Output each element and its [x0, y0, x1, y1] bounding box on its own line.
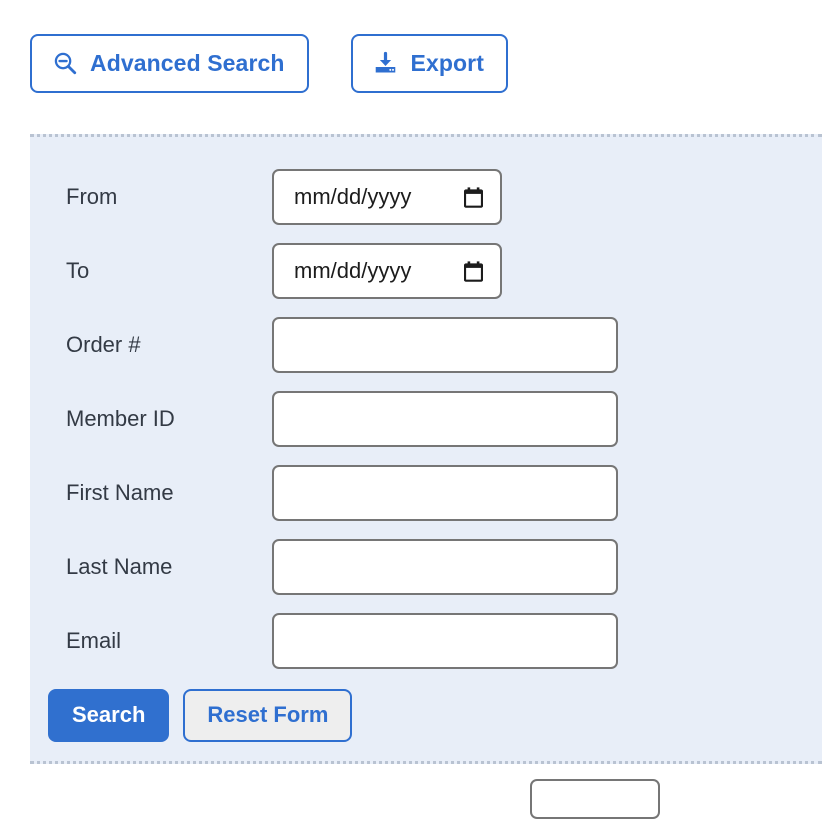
reset-form-button[interactable]: Reset Form [183, 689, 353, 742]
advanced-search-button-label: Advanced Search [90, 49, 285, 76]
toolbar: Advanced Search Export [30, 34, 508, 93]
field-label-member-id: Member ID [66, 406, 175, 431]
form-row-member-id: Member ID [30, 391, 822, 447]
form-actions: Search Reset Form [30, 689, 822, 742]
order-number-input[interactable] [272, 317, 618, 373]
last-name-input[interactable] [272, 539, 618, 595]
form-row-first-name: First Name [30, 465, 822, 521]
field-label-order-number: Order # [66, 332, 141, 357]
email-input[interactable] [272, 613, 618, 669]
download-export-icon [373, 50, 399, 76]
calendar-icon[interactable] [463, 186, 484, 208]
first-name-input[interactable] [272, 465, 618, 521]
field-label-last-name: Last Name [66, 554, 173, 579]
form-row-to: To mm/dd/yyyy [30, 243, 822, 299]
field-label-email: Email [66, 628, 122, 653]
field-label-first-name: First Name [66, 480, 174, 505]
export-button-label: Export [410, 49, 484, 76]
to-date-input[interactable]: mm/dd/yyyy [272, 243, 502, 299]
member-id-input[interactable] [272, 391, 618, 447]
calendar-icon[interactable] [463, 260, 484, 282]
to-date-placeholder: mm/dd/yyyy [294, 258, 412, 283]
export-button[interactable]: Export [350, 34, 508, 93]
field-label-to: To [66, 258, 90, 283]
from-date-input[interactable]: mm/dd/yyyy [272, 169, 502, 225]
advanced-search-button[interactable]: Advanced Search [30, 34, 309, 93]
form-row-email: Email [30, 613, 822, 669]
partial-input-below-panel[interactable] [530, 779, 660, 819]
form-row-from: From mm/dd/yyyy [30, 169, 822, 225]
search-button[interactable]: Search [48, 689, 170, 742]
form-row-last-name: Last Name [30, 539, 822, 595]
search-minus-icon [52, 50, 78, 76]
advanced-search-panel: From mm/dd/yyyy To mm/dd/yyyy Order # Me… [30, 134, 822, 764]
field-label-from: From [66, 184, 118, 209]
from-date-placeholder: mm/dd/yyyy [294, 184, 412, 209]
form-row-order-number: Order # [30, 317, 822, 373]
